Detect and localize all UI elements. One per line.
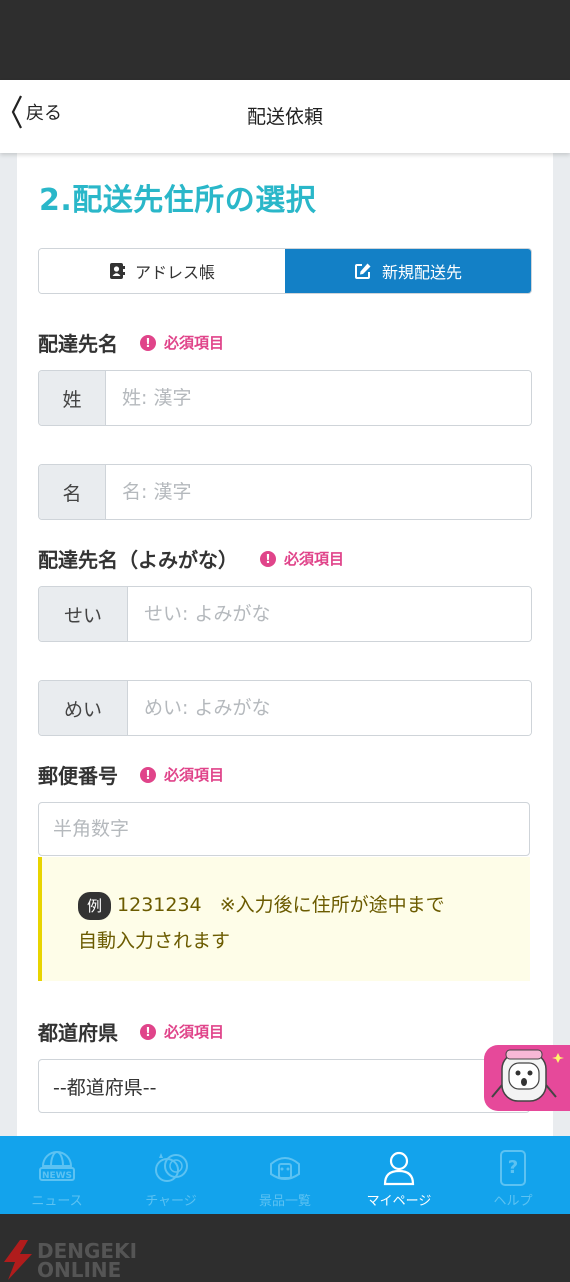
postal-field-label: 郵便番号 ! 必須項目	[38, 760, 224, 789]
exclamation-icon: !	[140, 334, 156, 351]
kana-field-label: 配達先名（よみがな） ! 必須項目	[38, 544, 344, 573]
nav-item-news[interactable]: NEWS ニュース	[0, 1136, 114, 1214]
new-destination-label: 新規配送先	[381, 263, 462, 282]
required-badge: ! 必須項目	[140, 1021, 224, 1042]
first-kana-group: めい	[38, 680, 532, 736]
last-kana-prefix: せい	[39, 587, 128, 641]
nav-label: 景品一覧	[258, 1194, 311, 1209]
exclamation-icon: !	[260, 550, 276, 567]
last-name-prefix: 姓	[39, 371, 106, 425]
example-value: 1231234	[117, 894, 202, 916]
address-book-button[interactable]: アドレス帳	[39, 249, 285, 293]
postal-label-text: 郵便番号	[38, 764, 118, 788]
help-icon: ?	[500, 1150, 526, 1186]
page-title: 配送依頼	[246, 106, 323, 128]
edit-icon	[354, 263, 371, 279]
nav-label: ヘルプ	[493, 1194, 533, 1209]
nav-item-prizes[interactable]: 景品一覧	[228, 1136, 342, 1214]
required-badge: ! 必須項目	[140, 332, 224, 353]
nav-label: チャージ	[145, 1194, 197, 1209]
coins-icon	[155, 1153, 188, 1182]
first-name-input[interactable]	[106, 465, 531, 519]
user-icon	[383, 1151, 415, 1186]
app-header: 戻る 配送依頼	[0, 80, 570, 153]
exclamation-icon: !	[140, 1023, 156, 1040]
required-text: 必須項目	[284, 550, 345, 568]
section-title: 2.配送先住所の選択	[39, 183, 317, 218]
last-kana-group: せい	[38, 586, 532, 642]
address-source-toggle: アドレス帳 新規配送先	[38, 248, 532, 294]
form-card: 2.配送先住所の選択 アドレス帳 新規配送先 配達先名 ! 必須項目 姓 姓: …	[17, 153, 553, 1136]
news-globe-icon: NEWS	[39, 1151, 75, 1181]
bottom-nav: NEWS ニュース チャージ 景品一覧 マイページ ? ヘルプ	[0, 1136, 570, 1214]
last-name-input[interactable]	[106, 371, 531, 425]
first-kana-input[interactable]	[128, 681, 531, 735]
robot-mascot-icon	[491, 1049, 564, 1102]
name-field-label: 配達先名 ! 必須項目	[38, 328, 224, 357]
watermark-line-2: ONLINE	[37, 1258, 122, 1282]
last-kana-input[interactable]	[128, 587, 531, 641]
address-book-label: アドレス帳	[134, 263, 215, 282]
first-kana-prefix: めい	[39, 681, 128, 735]
mascot-assistant-button[interactable]	[484, 1045, 570, 1111]
prefecture-field-label: 都道府県 ! 必須項目	[38, 1017, 224, 1046]
example-badge: 例	[78, 891, 112, 920]
status-bar	[0, 0, 570, 80]
required-text: 必須項目	[164, 766, 225, 784]
last-name-group: 姓	[38, 370, 532, 426]
nav-item-charge[interactable]: チャージ	[114, 1136, 228, 1214]
address-book-icon	[109, 263, 125, 279]
required-text: 必須項目	[164, 1023, 225, 1041]
first-name-prefix: 名	[39, 465, 106, 519]
nav-item-mypage[interactable]: マイページ	[342, 1136, 456, 1214]
name-label-text: 配達先名	[38, 332, 118, 356]
new-destination-button[interactable]: 新規配送先	[285, 249, 531, 293]
kana-label-text: 配達先名（よみがな）	[38, 548, 238, 572]
required-badge: ! 必須項目	[260, 548, 344, 569]
note-line-1: ※入力後に住所が途中まで	[219, 894, 445, 916]
nav-label: マイページ	[366, 1194, 432, 1209]
prefecture-label-text: 都道府県	[38, 1021, 118, 1045]
watermark: DENGEKI ONLINE	[0, 1214, 570, 1280]
content-area: 2.配送先住所の選択 アドレス帳 新規配送先 配達先名 ! 必須項目 姓 姓: …	[0, 153, 570, 1136]
prefecture-select[interactable]: --都道府県--	[38, 1059, 530, 1113]
postal-code-input[interactable]	[38, 802, 530, 856]
nav-label: ニュース	[31, 1194, 83, 1209]
note-line-2: 自動入力されます	[78, 930, 231, 952]
nav-item-help[interactable]: ? ヘルプ	[456, 1136, 570, 1214]
svg-text:?: ?	[508, 1157, 518, 1178]
prize-icon	[270, 1157, 300, 1180]
postal-note: 例 1231234 ※入力後に住所が途中まで 自動入力されます	[38, 857, 530, 981]
svg-text:NEWS: NEWS	[42, 1171, 72, 1181]
watermark-logo: DENGEKI ONLINE	[37, 1241, 137, 1282]
prefecture-selected: --都道府県--	[53, 1076, 157, 1099]
lightning-bolt-icon	[4, 1240, 32, 1280]
required-badge: ! 必須項目	[140, 764, 224, 785]
required-text: 必須項目	[164, 334, 225, 352]
exclamation-icon: !	[140, 766, 156, 783]
first-name-group: 名	[38, 464, 532, 520]
